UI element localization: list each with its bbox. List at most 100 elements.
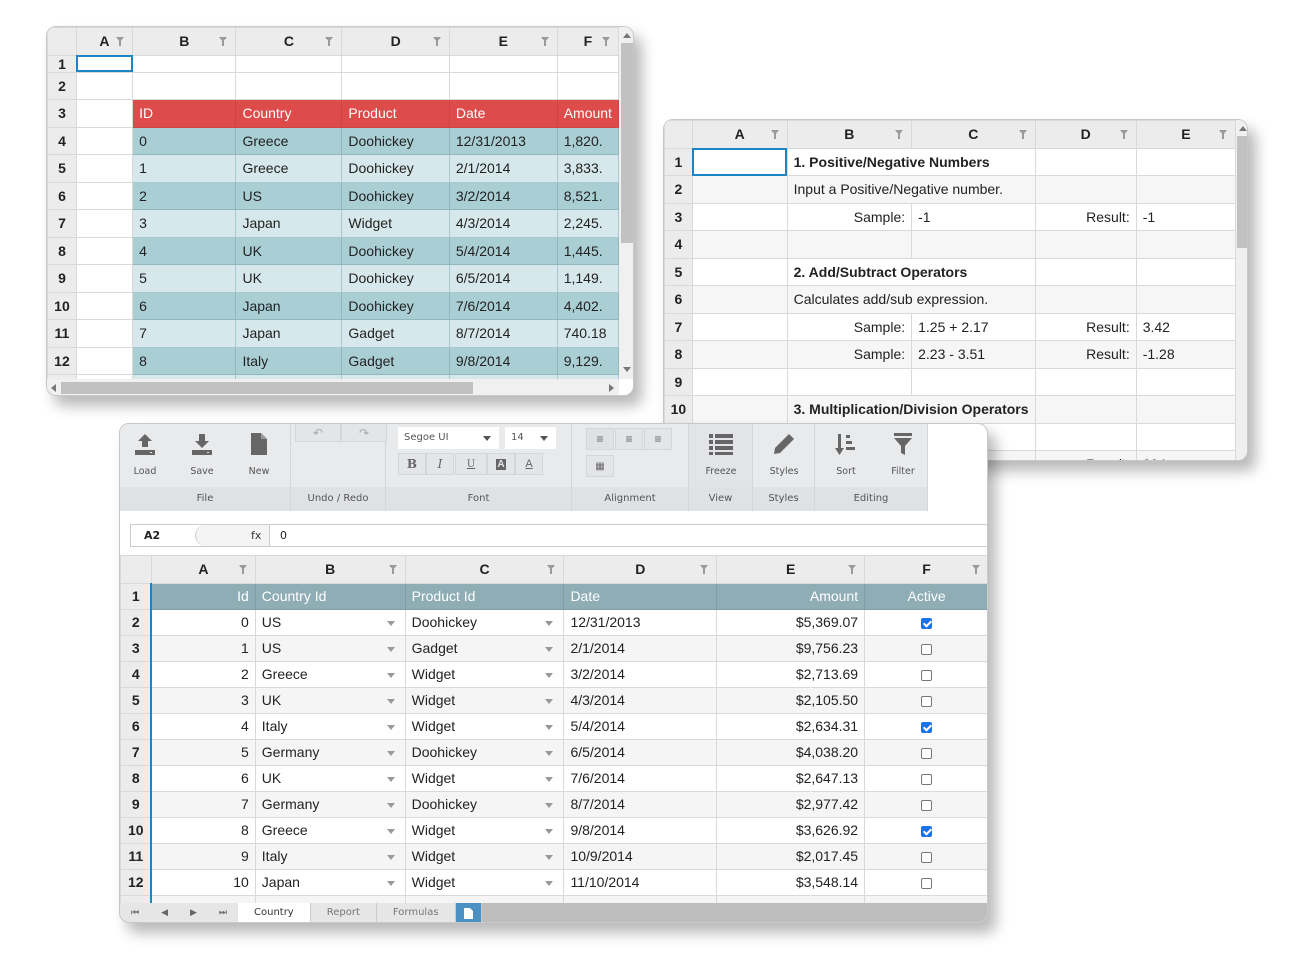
vertical-scroll-thumb[interactable] xyxy=(1237,136,1247,248)
active-checkbox[interactable] xyxy=(921,877,933,889)
row-header[interactable]: 1 xyxy=(47,54,77,73)
cell[interactable]: 8/7/2014 xyxy=(448,319,558,348)
cell[interactable] xyxy=(341,71,450,100)
first-sheet-icon[interactable]: ⏮ xyxy=(131,908,139,918)
date-cell[interactable]: 6/5/2014 xyxy=(563,738,718,766)
row-header[interactable]: 10 xyxy=(664,395,693,424)
column-header-c[interactable]: C xyxy=(911,120,1036,149)
font-family-select[interactable]: Segoe UI xyxy=(398,427,499,449)
chevron-down-icon[interactable] xyxy=(386,828,395,834)
select-all-corner[interactable] xyxy=(664,120,693,149)
cell[interactable]: 7/6/2014 xyxy=(448,291,558,320)
id-cell[interactable]: 4 xyxy=(150,712,256,740)
cell[interactable]: 7 xyxy=(132,319,237,348)
row-header[interactable]: 2 xyxy=(120,608,152,636)
product-dropdown-cell[interactable]: Widget xyxy=(404,660,565,688)
cell[interactable] xyxy=(75,181,134,210)
amount-cell[interactable]: $4,038.20 xyxy=(716,738,866,766)
cell[interactable]: 2 xyxy=(132,181,237,210)
country-dropdown-cell[interactable]: UK xyxy=(254,686,406,714)
vertical-scroll-thumb[interactable] xyxy=(621,43,633,243)
row-header[interactable]: 5 xyxy=(664,257,693,286)
freeze-button[interactable]: Freeze xyxy=(696,430,746,477)
scroll-up-arrow-icon[interactable] xyxy=(623,33,631,38)
cell[interactable] xyxy=(1034,175,1137,204)
scroll-up-arrow-icon[interactable] xyxy=(1239,126,1247,131)
cell[interactable]: 1. Positive/Negative Numbers xyxy=(786,147,1036,176)
cell[interactable] xyxy=(448,54,558,73)
cell[interactable] xyxy=(1034,257,1137,286)
cell[interactable]: 1,820. xyxy=(556,126,619,155)
amount-cell[interactable]: $2,634.31 xyxy=(716,712,866,740)
cell[interactable] xyxy=(75,99,134,128)
date-cell[interactable]: 10/9/2014 xyxy=(563,842,718,870)
product-dropdown-cell[interactable]: Doohickey xyxy=(404,738,565,766)
cell[interactable]: 3/2/2014 xyxy=(448,181,558,210)
active-checkbox[interactable] xyxy=(921,773,933,785)
row-header[interactable]: 2 xyxy=(664,175,693,204)
country-dropdown-cell[interactable]: UK xyxy=(254,764,406,792)
cell[interactable]: 8,521. xyxy=(556,181,619,210)
country-dropdown-cell[interactable]: US xyxy=(254,608,406,636)
sheet-tab-country[interactable]: Country xyxy=(238,903,311,922)
chevron-down-icon[interactable] xyxy=(386,750,395,756)
cell[interactable] xyxy=(1135,285,1236,314)
filter-icon[interactable] xyxy=(700,565,709,574)
chevron-down-icon[interactable] xyxy=(545,828,554,834)
amount-cell[interactable]: $9,756.23 xyxy=(716,634,866,662)
row-header[interactable]: 8 xyxy=(664,340,693,369)
column-header-e[interactable]: E xyxy=(716,555,866,584)
row-header[interactable]: 5 xyxy=(47,154,77,183)
scroll-left-arrow-icon[interactable] xyxy=(51,384,56,392)
cell[interactable]: 3 xyxy=(132,209,237,238)
column-header-a[interactable]: A xyxy=(75,27,134,56)
cell[interactable] xyxy=(75,154,134,183)
date-cell[interactable]: 8/7/2014 xyxy=(563,790,718,818)
chevron-down-icon[interactable] xyxy=(386,724,395,730)
column-header-c[interactable]: C xyxy=(235,27,343,56)
cell[interactable]: -1 xyxy=(911,202,1036,231)
date-cell[interactable]: 3/2/2014 xyxy=(563,660,718,688)
vertical-scrollbar[interactable] xyxy=(619,27,633,379)
cell[interactable] xyxy=(691,340,788,369)
filter-icon[interactable] xyxy=(219,37,228,46)
country-dropdown-cell[interactable]: Germany xyxy=(254,894,406,903)
product-dropdown-cell[interactable]: Gadget xyxy=(404,894,565,903)
cell[interactable]: Result: xyxy=(1034,450,1137,460)
cell[interactable] xyxy=(691,230,788,259)
amount-cell[interactable]: $4,402.50 xyxy=(716,894,866,903)
cell[interactable] xyxy=(556,54,619,73)
cell[interactable]: Gadget xyxy=(341,319,450,348)
amount-cell[interactable]: $2,977.42 xyxy=(716,790,866,818)
cell[interactable]: 2/1/2014 xyxy=(448,154,558,183)
filter-icon[interactable] xyxy=(972,565,980,574)
cell[interactable]: -1 xyxy=(1135,202,1236,231)
cell[interactable]: 1.25 + 2.17 xyxy=(911,312,1036,341)
cell[interactable] xyxy=(75,71,134,100)
filter-icon[interactable] xyxy=(540,37,549,46)
cell[interactable] xyxy=(1135,147,1236,176)
filter-icon[interactable] xyxy=(602,37,610,46)
cell[interactable] xyxy=(448,71,558,100)
filter-icon[interactable] xyxy=(895,130,904,139)
cell[interactable]: Doohickey xyxy=(341,291,450,320)
row-header[interactable]: 8 xyxy=(47,236,77,265)
country-dropdown-cell[interactable]: Greece xyxy=(254,816,406,844)
cell[interactable] xyxy=(691,367,788,396)
cell[interactable]: UK xyxy=(235,236,343,265)
column-header-c[interactable]: C xyxy=(404,555,565,584)
filter-icon[interactable] xyxy=(770,130,779,139)
date-cell[interactable]: 4/3/2014 xyxy=(563,686,718,714)
cell[interactable]: 8 xyxy=(132,346,237,375)
date-cell[interactable]: 7/6/2014 xyxy=(563,764,718,792)
product-dropdown-cell[interactable]: Widget xyxy=(404,686,565,714)
scroll-down-arrow-icon[interactable] xyxy=(623,367,631,372)
scroll-right-arrow-icon[interactable] xyxy=(609,384,614,392)
cell[interactable]: Doohickey xyxy=(341,154,450,183)
column-header-b[interactable]: B xyxy=(132,27,237,56)
cell[interactable] xyxy=(1135,367,1236,396)
row-header[interactable]: 6 xyxy=(47,181,77,210)
id-cell[interactable]: 9 xyxy=(150,842,256,870)
cell[interactable] xyxy=(1034,422,1137,451)
merge-cells-button[interactable]: ▦ xyxy=(586,455,614,477)
